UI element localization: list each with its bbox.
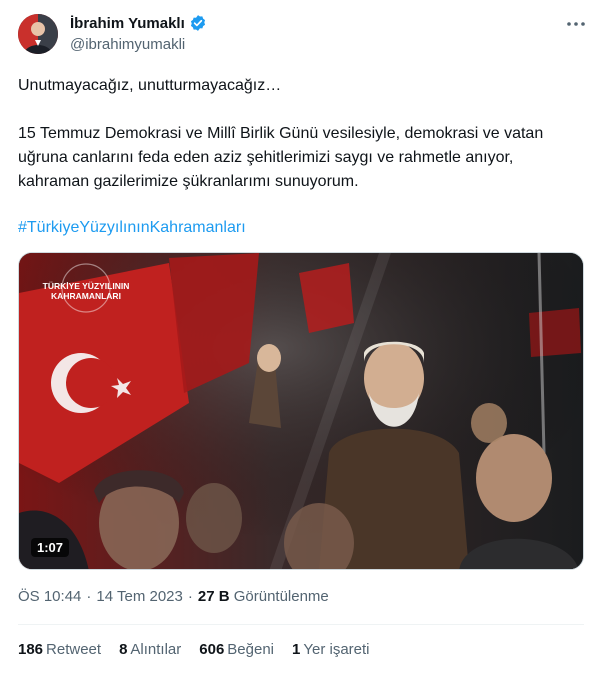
retweets-count: 186 [18,641,44,658]
tweet-time[interactable]: ÖS 10:44 [18,588,81,605]
meta-separator: · [187,588,193,605]
author-name[interactable]: İbrahim Yumaklı [70,15,185,32]
divider [18,624,584,625]
views-label: Görüntülenme [233,588,329,605]
views-count: 27 B [197,588,230,605]
quotes-stat[interactable]: 8 Alıntılar [119,641,181,658]
views-stat[interactable]: 27 B Görüntülenme [198,588,329,605]
quotes-count: 8 [119,641,128,658]
tweet-text-paragraph: 15 Temmuz Demokrasi ve Millî Birlik Günü… [18,125,544,190]
bookmarks-label: Yer işareti [303,641,370,658]
bookmarks-stat[interactable]: 1 Yer işareti [292,641,370,658]
likes-count: 606 [199,641,225,658]
meta-separator: · [86,588,92,605]
tweet-meta: ÖS 10:44 · 14 Tem 2023 · 27 B Görüntülen… [18,588,329,605]
bookmarks-count: 1 [292,641,301,658]
likes-stat[interactable]: 606 Beğeni [199,641,274,658]
retweets-label: Retweet [46,641,102,658]
author-name-row[interactable]: İbrahim Yumaklı [70,14,207,32]
video-thumbnail: TÜRKİYE YÜZYILININ KAHRAMANLARI [19,253,583,569]
hashtag-link[interactable]: #TürkiyeYüzyılınınKahramanları [18,216,588,240]
author-handle[interactable]: @ibrahimyumakli [70,36,185,53]
verified-badge-icon [189,14,207,32]
tweet-date[interactable]: 14 Tem 2023 [96,588,182,605]
retweets-stat[interactable]: 186 Retweet [18,641,101,658]
video-logo-line2: KAHRAMANLARI [51,291,121,301]
video-duration-badge: 1:07 [31,538,70,557]
tweet-text-line1: Unutmayacağız, unutturmayacağız… [18,77,282,94]
video-logo-line1: TÜRKİYE YÜZYILININ [43,281,130,291]
engagement-stats: 186 Retweet 8 Alıntılar 606 Beğeni 1 Yer işa… [18,641,370,658]
more-options-icon[interactable] [564,12,588,36]
likes-label: Beğeni [227,641,275,658]
quotes-label: Alıntılar [130,641,182,658]
video-player[interactable]: TÜRKİYE YÜZYILININ KAHRAMANLARI 1:07 [18,252,584,570]
avatar[interactable] [18,14,58,54]
tweet-card: İbrahim Yumaklı @ibrahimyumakli Unutmaya… [0,0,602,674]
